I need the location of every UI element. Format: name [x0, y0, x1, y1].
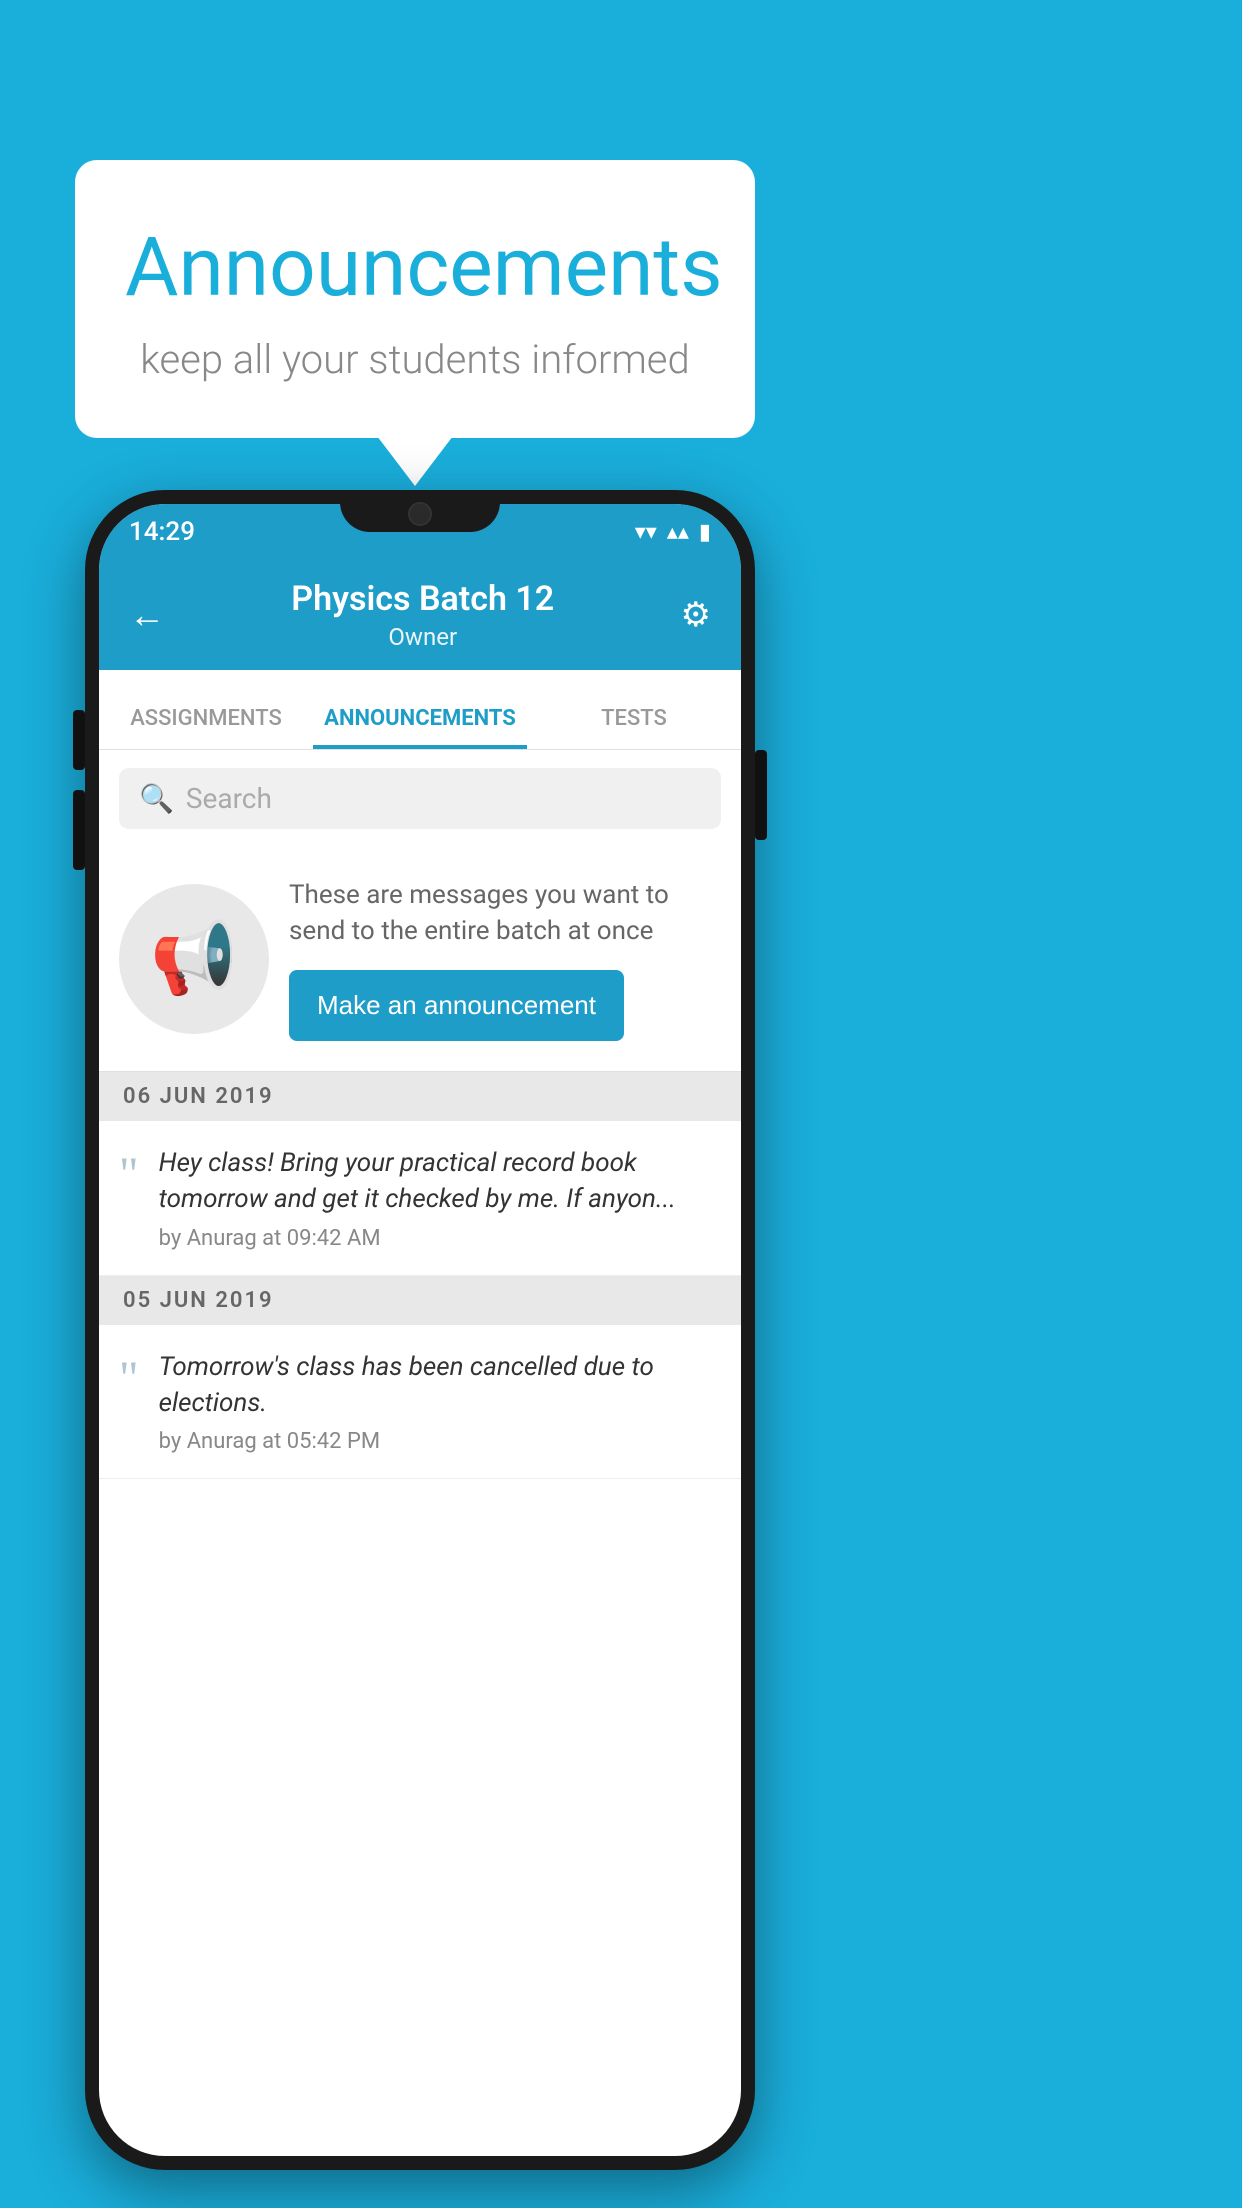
date-separator-2: 05 JUN 2019 — [99, 1276, 741, 1325]
header-title: Physics Batch 12 — [291, 579, 554, 619]
announcement-text-2: Tomorrow's class has been cancelled due … — [159, 1349, 721, 1422]
prompt-description: These are messages you want to send to t… — [289, 877, 721, 950]
phone-mockup: 14:29 ▾▾ ▴▴ ▮ ← Physics Batch 12 Owner ⚙… — [85, 490, 755, 2170]
announcement-item-2: " Tomorrow's class has been cancelled du… — [99, 1325, 741, 1480]
status-icons: ▾▾ ▴▴ ▮ — [635, 520, 711, 545]
announcement-text-1: Hey class! Bring your practical record b… — [159, 1145, 721, 1218]
front-camera — [408, 502, 432, 526]
speech-bubble: Announcements keep all your students inf… — [75, 160, 755, 438]
volume-up-button — [73, 710, 85, 770]
content-area: 🔍 Search 📢 These are messages you want t… — [99, 750, 741, 1479]
battery-icon: ▮ — [699, 520, 711, 545]
bubble-title: Announcements — [125, 220, 705, 316]
announcement-content-2: Tomorrow's class has been cancelled due … — [159, 1349, 721, 1455]
quote-icon-1: " — [119, 1151, 139, 1199]
wifi-icon: ▾▾ — [635, 520, 657, 545]
phone-notch — [340, 490, 500, 532]
prompt-right: These are messages you want to send to t… — [289, 877, 721, 1041]
megaphone-icon: 📢 — [150, 918, 237, 1000]
header-subtitle: Owner — [291, 623, 554, 651]
announcement-content-1: Hey class! Bring your practical record b… — [159, 1145, 721, 1251]
date-separator-1: 06 JUN 2019 — [99, 1072, 741, 1121]
announcement-prompt: 📢 These are messages you want to send to… — [99, 847, 741, 1072]
back-button[interactable]: ← — [129, 594, 165, 636]
announcement-item-1: " Hey class! Bring your practical record… — [99, 1121, 741, 1276]
search-bar[interactable]: 🔍 Search — [119, 768, 721, 829]
phone-screen: 14:29 ▾▾ ▴▴ ▮ ← Physics Batch 12 Owner ⚙… — [99, 504, 741, 2156]
announcement-meta-2: by Anurag at 05:42 PM — [159, 1429, 721, 1454]
tab-assignments[interactable]: ASSIGNMENTS — [99, 706, 313, 749]
search-icon: 🔍 — [139, 782, 174, 815]
app-header: ← Physics Batch 12 Owner ⚙ — [99, 560, 741, 670]
search-container: 🔍 Search — [99, 750, 741, 847]
volume-down-button — [73, 790, 85, 870]
power-button — [755, 750, 767, 840]
settings-gear-icon[interactable]: ⚙ — [681, 595, 711, 635]
status-time: 14:29 — [129, 517, 195, 547]
tab-tests[interactable]: TESTS — [527, 706, 741, 749]
header-center: Physics Batch 12 Owner — [291, 579, 554, 651]
signal-icon: ▴▴ — [667, 520, 689, 545]
phone-outer: 14:29 ▾▾ ▴▴ ▮ ← Physics Batch 12 Owner ⚙… — [85, 490, 755, 2170]
make-announcement-button[interactable]: Make an announcement — [289, 970, 624, 1041]
bubble-subtitle: keep all your students informed — [125, 336, 705, 383]
announcement-meta-1: by Anurag at 09:42 AM — [159, 1226, 721, 1251]
speech-bubble-card: Announcements keep all your students inf… — [75, 160, 755, 438]
megaphone-circle: 📢 — [119, 884, 269, 1034]
quote-icon-2: " — [119, 1355, 139, 1403]
tab-announcements[interactable]: ANNOUNCEMENTS — [313, 706, 527, 749]
tabs-bar: ASSIGNMENTS ANNOUNCEMENTS TESTS — [99, 670, 741, 750]
search-placeholder: Search — [186, 782, 272, 815]
